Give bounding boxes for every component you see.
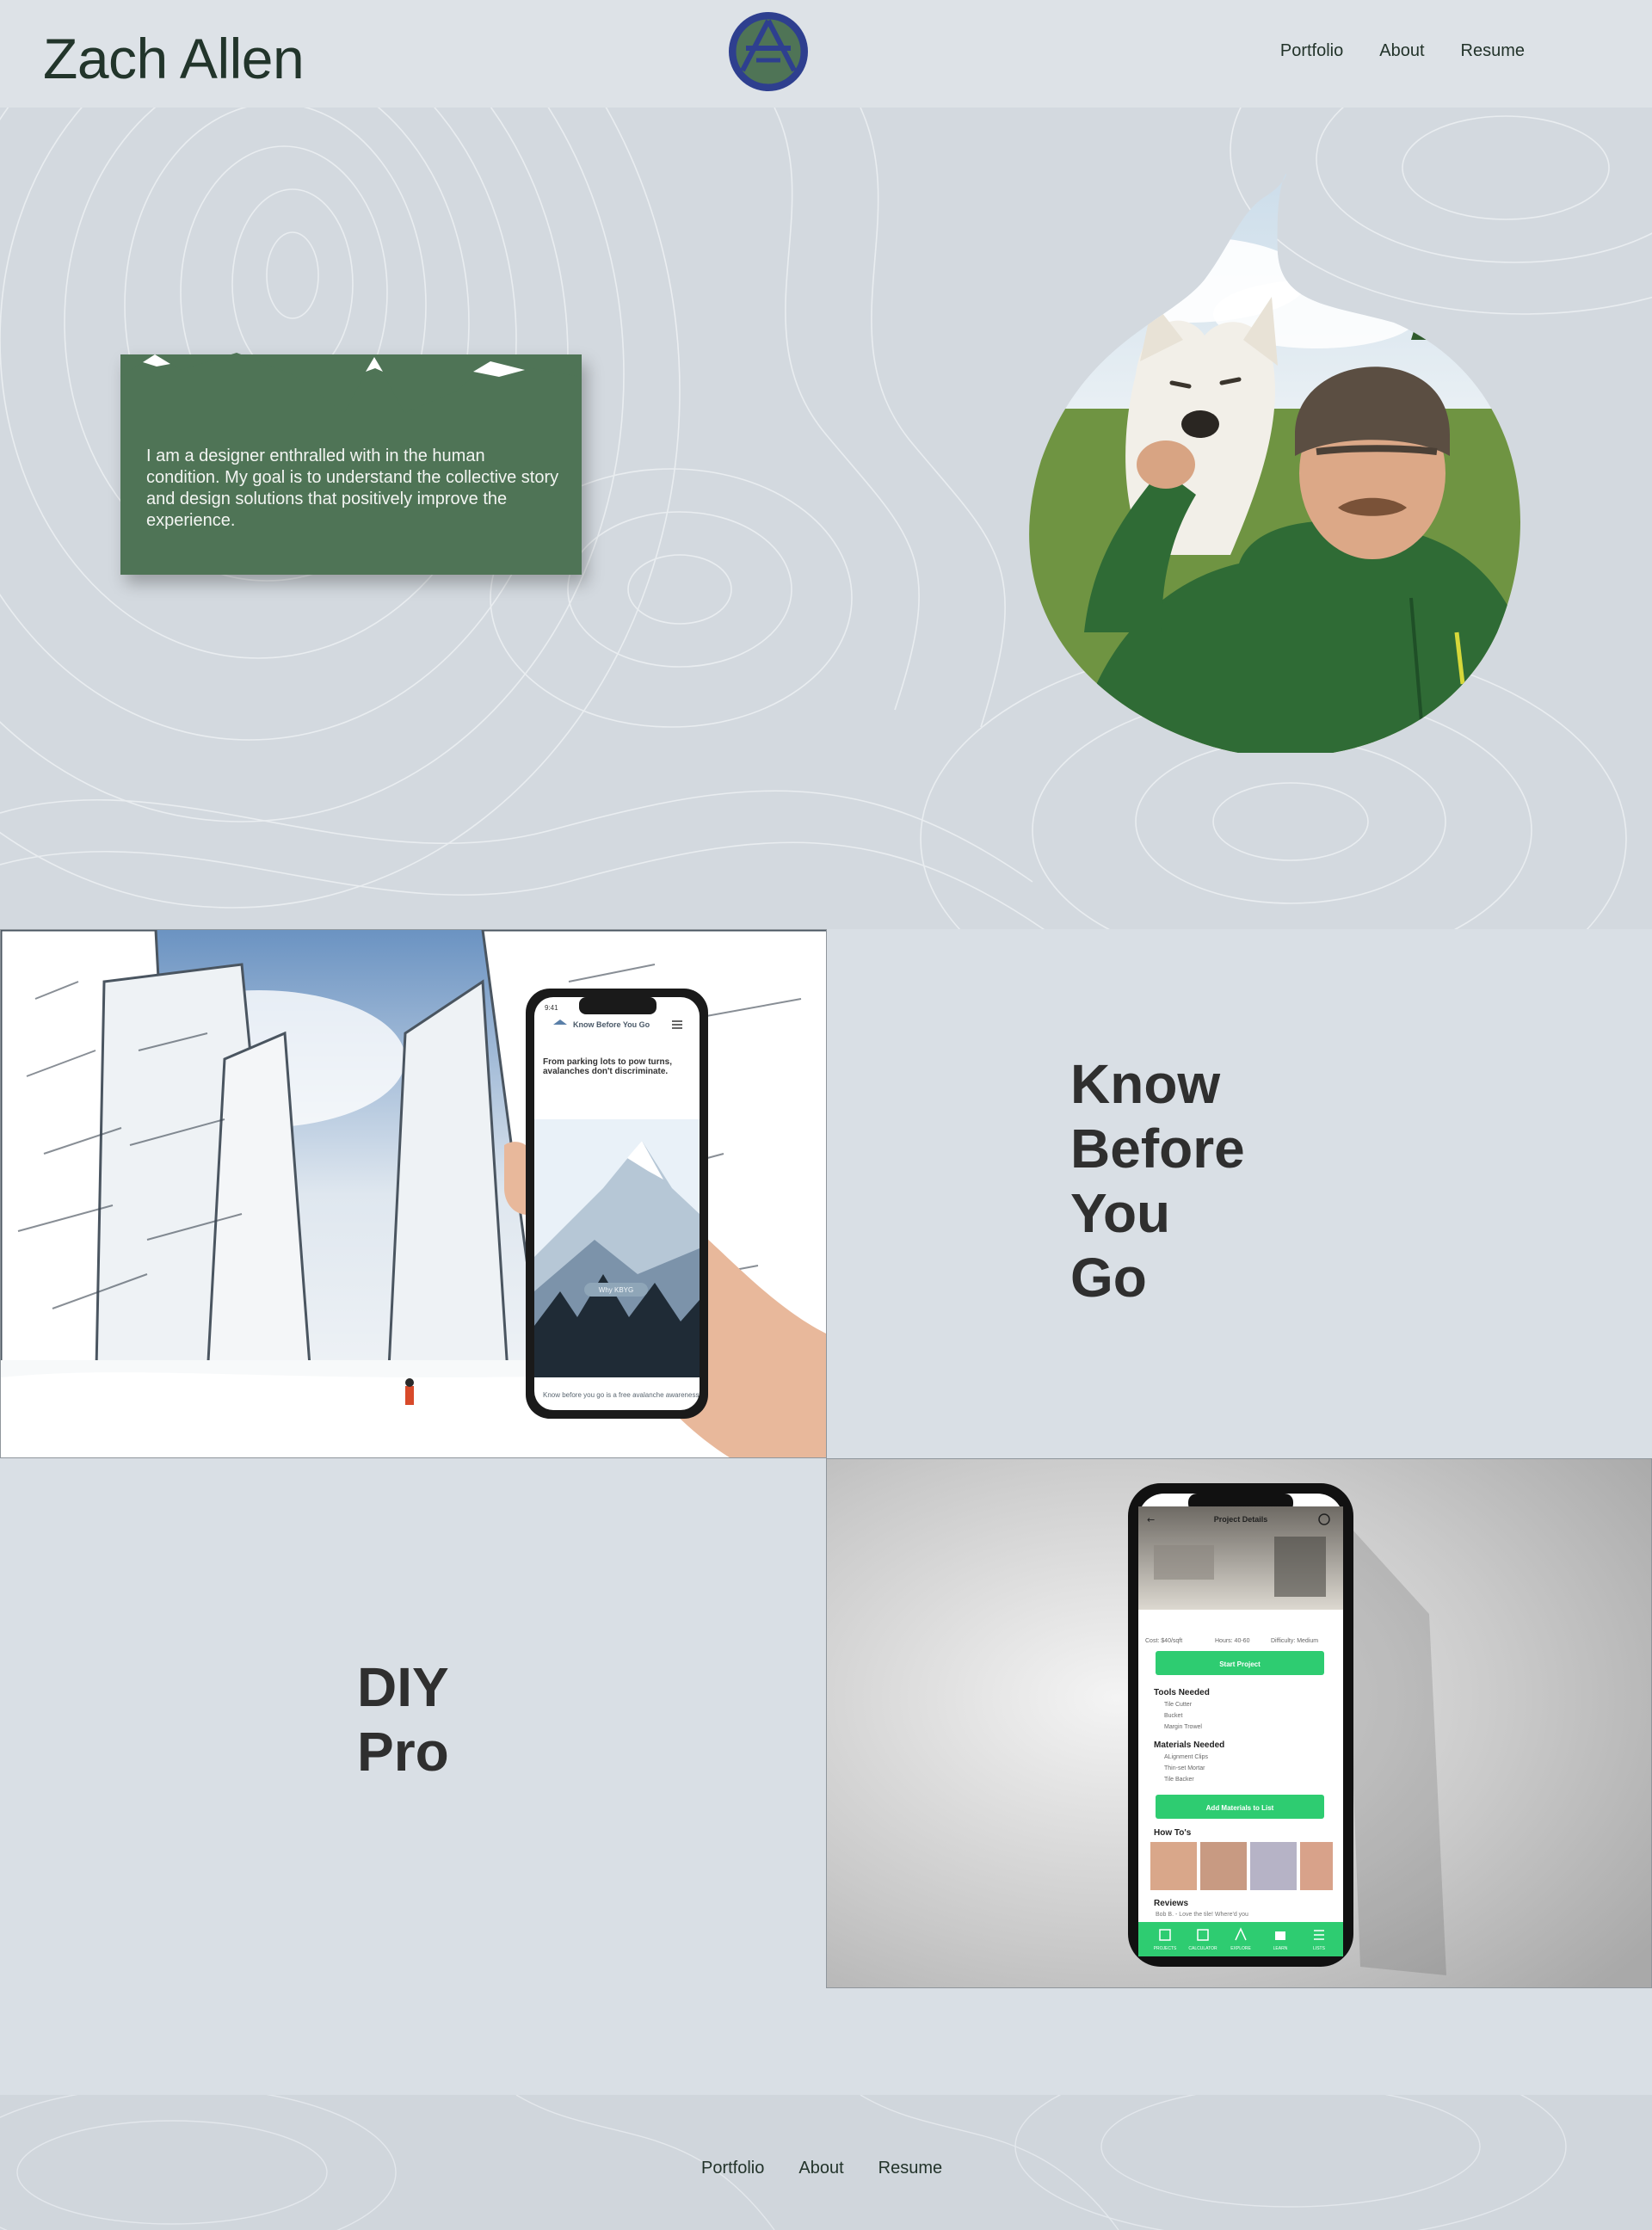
- add-materials-label: Add Materials to List: [1206, 1804, 1274, 1812]
- tool-item: Margin Trowel: [1164, 1724, 1202, 1730]
- site-header: Zach Allen Portfolio About Resume: [0, 0, 1652, 108]
- kbyg-app-name: Know Before You Go: [573, 1020, 650, 1029]
- tool-item: Tile Cutter: [1164, 1702, 1193, 1708]
- howto-thumbnail[interactable]: [1250, 1842, 1297, 1890]
- main-nav: Portfolio About Resume: [1280, 41, 1525, 61]
- why-kbyg-label: Why KBYG: [599, 1286, 633, 1294]
- diy-difficulty: Difficulty: Medium: [1271, 1638, 1318, 1644]
- nav-about[interactable]: About: [1379, 41, 1424, 61]
- kbyg-project-image[interactable]: 9:41 Know Before You Go From parking lot…: [0, 929, 827, 1458]
- kbyg-headline: From parking lots to pow turns, avalanch…: [543, 1057, 672, 1076]
- kbyg-project-title[interactable]: Know Before You Go: [1070, 1052, 1328, 1310]
- footer-nav-about[interactable]: About: [798, 2159, 843, 2178]
- mountain-monogram-icon[interactable]: [727, 10, 810, 93]
- review-snippet: Bob B. - Love the tile! Where'd you: [1156, 1912, 1248, 1918]
- start-project-label: Start Project: [1219, 1660, 1261, 1668]
- diy-cost: Cost: $40/sqft: [1145, 1638, 1182, 1644]
- material-item: ALignment Clips: [1164, 1754, 1208, 1760]
- nav-resume[interactable]: Resume: [1461, 41, 1525, 61]
- reviews-heading: Reviews: [1154, 1899, 1188, 1908]
- diy-phone-mockup: Project Details ← Cost: $40/sqft Hours: …: [827, 1459, 1651, 1987]
- diy-project-image[interactable]: Project Details ← Cost: $40/sqft Hours: …: [826, 1458, 1652, 1988]
- tool-item: Bucket: [1164, 1713, 1182, 1719]
- howto-heading: How To's: [1154, 1828, 1192, 1838]
- mountain-ridge-icon: [120, 353, 582, 430]
- tab-lists[interactable]: LISTS: [1313, 1946, 1326, 1951]
- nav-portfolio[interactable]: Portfolio: [1280, 41, 1343, 61]
- back-arrow-icon[interactable]: ←: [1147, 1514, 1155, 1525]
- kbyg-footer-text: Know before you go is a free avalanche a…: [543, 1391, 699, 1399]
- material-item: Thin-set Mortar: [1164, 1765, 1205, 1771]
- tab-explore[interactable]: EXPLORE: [1230, 1946, 1251, 1951]
- phone-time: 9:41: [545, 1004, 558, 1012]
- tab-learn[interactable]: LEARN: [1273, 1946, 1288, 1951]
- howto-thumbnail[interactable]: [1150, 1842, 1197, 1890]
- bio-text: I am a designer enthralled with in the h…: [146, 447, 559, 530]
- tools-heading: Tools Needed: [1154, 1688, 1210, 1697]
- howto-thumbnail[interactable]: [1200, 1842, 1247, 1890]
- diy-hours: Hours: 40-60: [1215, 1638, 1250, 1644]
- materials-heading: Materials Needed: [1154, 1740, 1224, 1750]
- footer-nav-resume[interactable]: Resume: [878, 2159, 942, 2178]
- material-item: Tile Backer: [1164, 1777, 1194, 1783]
- site-footer: Portfolio About Resume: [0, 2095, 1652, 2230]
- footer-nav: Portfolio About Resume: [701, 2159, 942, 2178]
- howto-thumbnail[interactable]: [1300, 1842, 1333, 1890]
- footer-nav-portfolio[interactable]: Portfolio: [701, 2159, 764, 2178]
- tab-projects[interactable]: PROJECTS: [1154, 1946, 1177, 1951]
- snowy-forest-phone-mockup: 9:41 Know Before You Go From parking lot…: [1, 930, 826, 1457]
- tab-calculator[interactable]: CALCULATOR: [1188, 1946, 1217, 1951]
- diy-project-title[interactable]: DIY Pro: [357, 1655, 615, 1784]
- portrait-photo-with-dog: [1029, 173, 1521, 753]
- learn-icon: [1275, 1931, 1285, 1940]
- hero-section: I am a designer enthralled with in the h…: [0, 108, 1652, 929]
- diy-screen-title: Project Details: [1214, 1515, 1268, 1524]
- site-title[interactable]: Zach Allen: [43, 26, 305, 91]
